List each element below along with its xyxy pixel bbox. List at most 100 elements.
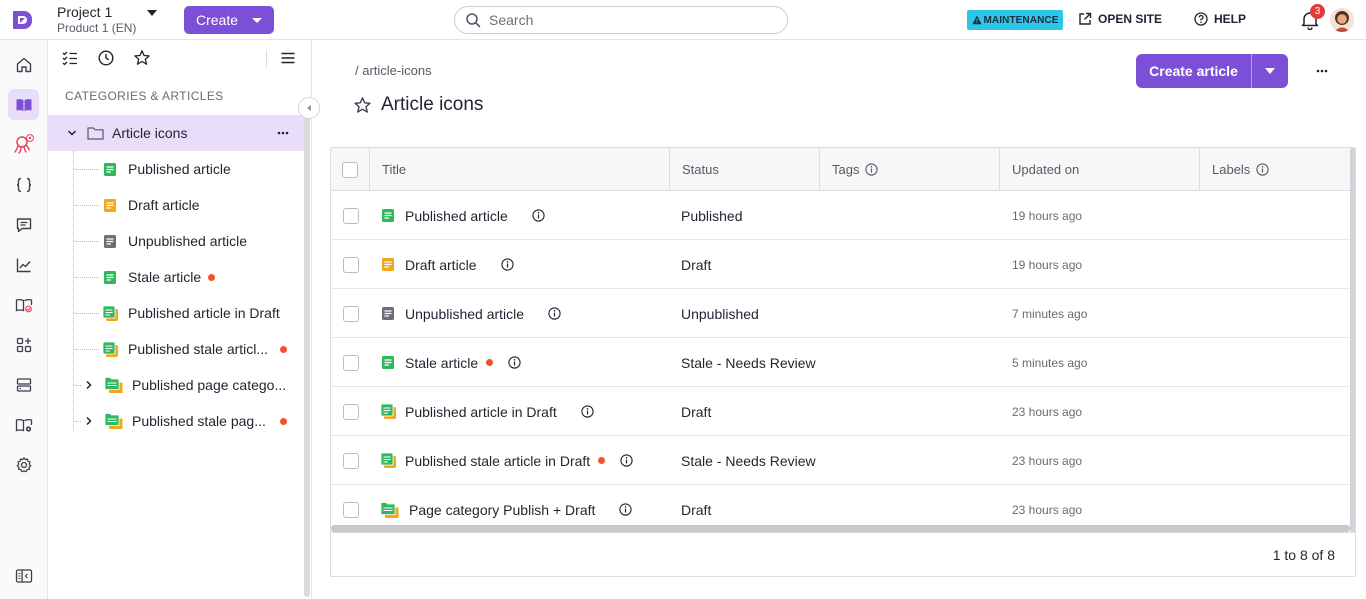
table-row[interactable]: Published article in Draft Draft 23 hour… — [331, 387, 1350, 436]
create-article-button[interactable]: Create article — [1136, 54, 1288, 88]
chevron-right-icon[interactable] — [83, 379, 95, 391]
row-title[interactable]: Draft article — [405, 257, 477, 273]
rail-review[interactable] — [8, 289, 39, 320]
published-draft-article-icon — [380, 452, 396, 468]
rail-analytics[interactable] — [8, 249, 39, 280]
info-icon[interactable] — [581, 405, 594, 418]
table-horizontal-scrollbar[interactable] — [331, 525, 1350, 532]
row-title[interactable]: Page category Publish + Draft — [409, 502, 595, 518]
row-checkbox[interactable] — [343, 305, 359, 322]
row-title-cell[interactable]: Unpublished article — [381, 289, 561, 338]
rail-settings[interactable] — [8, 449, 39, 480]
row-title-cell[interactable]: Published article in Draft — [380, 387, 594, 436]
breadcrumb[interactable]: / article-icons — [355, 63, 432, 78]
table-row[interactable]: Unpublished article Unpublished 7 minute… — [331, 289, 1350, 338]
tree-item[interactable]: Published stale articl... — [48, 331, 304, 367]
tree-item[interactable]: Unpublished article — [48, 223, 304, 259]
hamburger-menu-icon[interactable] — [279, 49, 297, 67]
category-page-icon — [380, 501, 399, 518]
chevron-right-icon[interactable] — [83, 415, 95, 427]
row-checkbox[interactable] — [343, 207, 359, 224]
open-site-link[interactable]: OPEN SITE — [1078, 12, 1162, 26]
clock-icon[interactable] — [97, 49, 115, 67]
row-title-cell[interactable]: Stale article — [381, 338, 521, 387]
create-article-dropdown[interactable] — [1252, 68, 1288, 74]
star-icon[interactable] — [133, 49, 151, 67]
row-checkbox[interactable] — [343, 256, 359, 273]
rail-integrations[interactable] — [8, 329, 39, 360]
project-selector[interactable]: Project 1 Product 1 (EN) — [57, 4, 136, 36]
info-icon[interactable] — [548, 307, 561, 320]
table-row[interactable]: Stale article Stale - Needs Review 5 min… — [331, 338, 1350, 387]
row-title[interactable]: Unpublished article — [405, 306, 524, 322]
tree-item[interactable]: Draft article — [48, 187, 304, 223]
create-button-label: Create — [196, 12, 239, 28]
chevron-down-icon[interactable] — [66, 127, 78, 139]
column-header-label: Updated on — [1012, 162, 1080, 177]
table-row[interactable]: Published stale article in Draft Stale -… — [331, 436, 1350, 485]
table-row[interactable]: Draft article Draft 19 hours ago — [331, 240, 1350, 289]
page-more-button[interactable] — [1313, 62, 1331, 80]
select-all-checkbox[interactable] — [342, 161, 358, 178]
maintenance-badge[interactable]: MAINTENANCE — [967, 10, 1063, 30]
row-title[interactable]: Stale article — [405, 355, 478, 371]
create-article-label[interactable]: Create article — [1136, 54, 1252, 88]
info-icon[interactable] — [532, 209, 545, 222]
column-header-status[interactable]: Status — [670, 148, 820, 191]
rail-eddy-ai[interactable] — [8, 129, 39, 160]
caret-down-icon[interactable] — [146, 8, 158, 18]
row-title[interactable]: Published stale article in Draft — [405, 453, 590, 469]
scrollbar-thumb[interactable] — [1350, 148, 1355, 532]
tree-item[interactable]: Published stale pag... — [48, 403, 304, 439]
checklist-icon[interactable] — [61, 49, 79, 67]
help-link[interactable]: HELP — [1194, 12, 1246, 26]
table-vertical-scrollbar[interactable] — [1350, 148, 1355, 532]
tree-item[interactable]: Stale article — [48, 259, 304, 295]
info-icon[interactable] — [1256, 163, 1269, 176]
column-header-labels[interactable]: Labels — [1200, 148, 1350, 191]
create-button[interactable]: Create — [184, 6, 274, 34]
info-icon[interactable] — [620, 454, 633, 467]
rail-home[interactable] — [8, 49, 39, 80]
rail-toggle-panel[interactable] — [8, 560, 39, 591]
search-input[interactable] — [489, 12, 769, 28]
tree-root-article-icons[interactable]: Article icons — [48, 115, 304, 151]
row-checkbox[interactable] — [343, 501, 359, 518]
column-header-title[interactable]: Title — [370, 148, 670, 191]
user-avatar[interactable] — [1330, 8, 1354, 32]
unpublished-article-icon — [104, 234, 116, 248]
row-title[interactable]: Published article — [405, 208, 508, 224]
info-icon[interactable] — [508, 356, 521, 369]
tree-item[interactable]: Published article in Draft — [48, 295, 304, 331]
collapse-sidebar-button[interactable] — [298, 97, 320, 119]
column-header-tags[interactable]: Tags — [820, 148, 1000, 191]
rail-site-settings[interactable] — [8, 409, 39, 440]
row-checkbox[interactable] — [343, 452, 359, 469]
sidebar-scrollbar[interactable] — [304, 115, 310, 597]
document360-logo-icon[interactable] — [10, 8, 34, 32]
table-row[interactable]: Published article Published 19 hours ago — [331, 191, 1350, 240]
search-box[interactable] — [454, 6, 788, 34]
info-icon[interactable] — [865, 163, 879, 176]
rail-documentation[interactable] — [8, 89, 39, 120]
row-title-cell[interactable]: Draft article — [381, 240, 514, 289]
rail-api-docs[interactable] — [8, 169, 39, 200]
column-header-updated[interactable]: Updated on — [1000, 148, 1200, 191]
rail-feedback[interactable] — [8, 209, 39, 240]
tree-item[interactable]: Published article — [48, 151, 304, 187]
tree-item[interactable]: Published page catego... — [48, 367, 304, 403]
more-horizontal-icon[interactable] — [276, 126, 290, 140]
row-title-cell[interactable]: Published article — [381, 191, 545, 240]
info-icon[interactable] — [500, 258, 514, 271]
published-article-icon — [104, 162, 116, 176]
tree-item-label: Published stale pag... — [132, 413, 266, 429]
row-checkbox[interactable] — [343, 354, 359, 371]
rail-drive[interactable] — [8, 369, 39, 400]
stale-indicator-dot — [280, 417, 287, 425]
row-checkbox[interactable] — [343, 403, 359, 420]
favorite-star-icon[interactable] — [353, 96, 372, 115]
info-icon[interactable] — [619, 503, 633, 516]
row-title[interactable]: Published article in Draft — [405, 404, 557, 420]
row-title-cell[interactable]: Published stale article in Draft — [380, 436, 633, 485]
row-updated: 23 hours ago — [1012, 404, 1083, 419]
